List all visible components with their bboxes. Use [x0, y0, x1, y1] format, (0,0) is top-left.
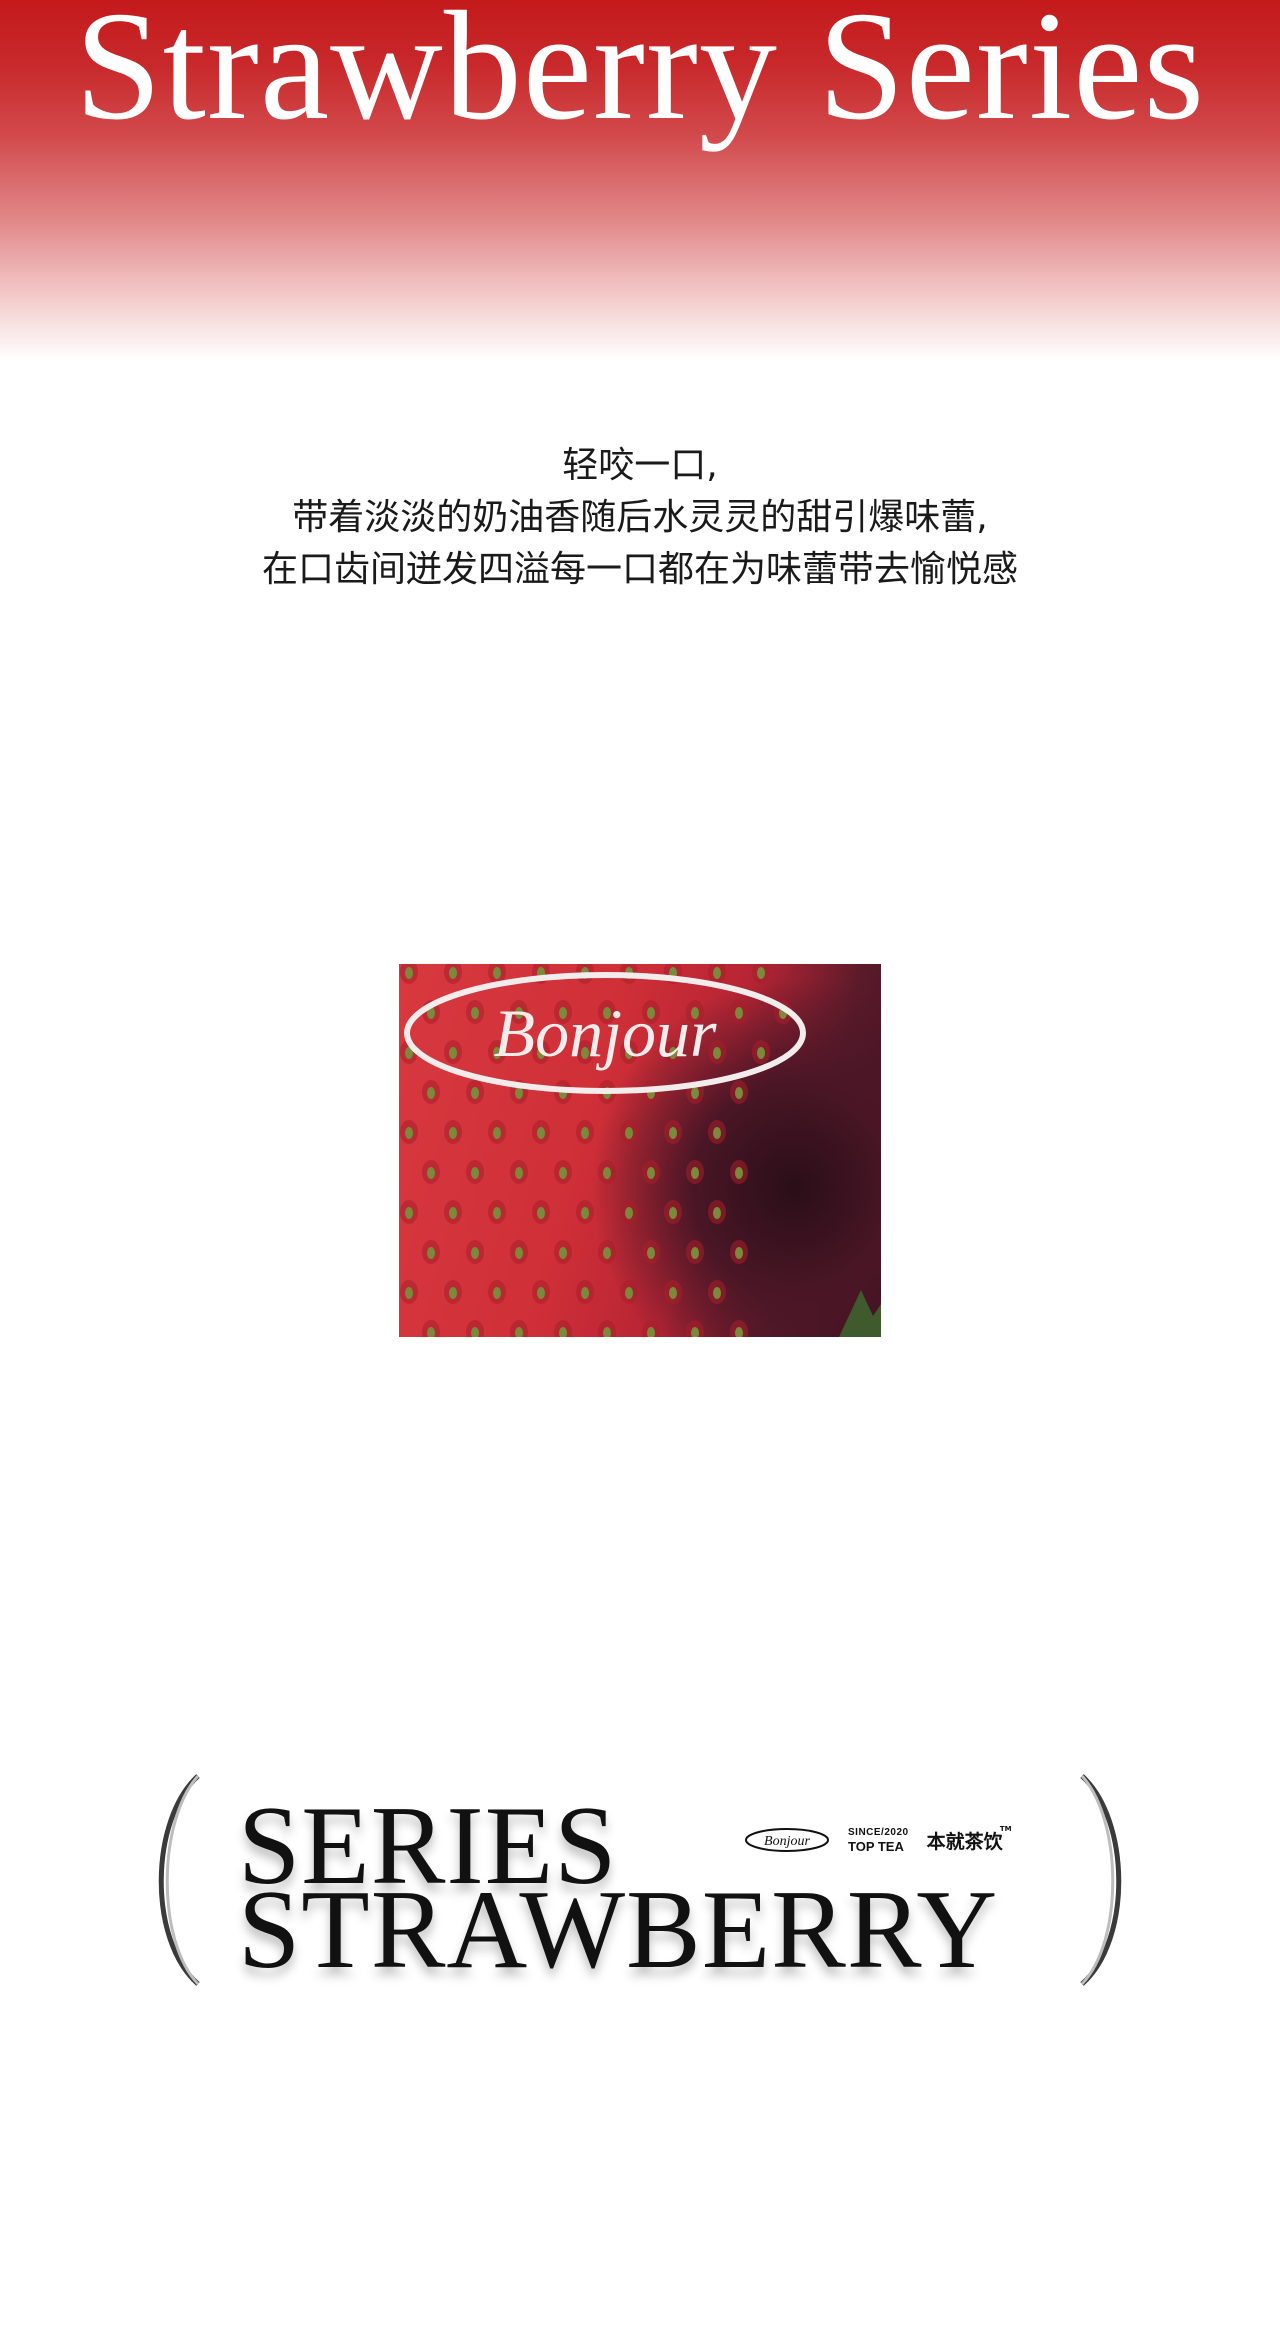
- seed: [576, 1120, 594, 1144]
- page-title: Strawberry Series: [74, 0, 1206, 152]
- seed: [686, 1160, 704, 1184]
- seed: [620, 1200, 638, 1224]
- seed: [422, 1320, 440, 1337]
- seed: [730, 1320, 748, 1337]
- series-emblem: SERIES STRAWBERRY Bonjour SINCE/2020 TOP…: [140, 1770, 1140, 1990]
- seed: [532, 1200, 550, 1224]
- since-label: SINCE/2020 TOP TEA: [848, 1826, 909, 1854]
- seed: [466, 1240, 484, 1264]
- seed: [510, 1160, 528, 1184]
- seed: [400, 1200, 418, 1224]
- seed: [488, 1200, 506, 1224]
- trademark-mark: TM: [999, 1824, 1012, 1833]
- since-year: SINCE/2020: [848, 1826, 909, 1838]
- brand-row: Bonjour SINCE/2020 TOP TEA 本就茶饮 TM: [744, 1822, 1012, 1858]
- seed: [510, 1320, 528, 1337]
- seed: [642, 1160, 660, 1184]
- bonjour-logo-text: Bonjour: [494, 995, 717, 1071]
- right-bracket-icon: [1080, 1774, 1122, 1986]
- seed: [488, 1120, 506, 1144]
- leaf: [839, 1290, 881, 1337]
- seed: [620, 1120, 638, 1144]
- seed: [730, 1240, 748, 1264]
- seed: [664, 1120, 682, 1144]
- cn-brand-text: 本就茶饮: [926, 1830, 1003, 1853]
- bonjour-logo: Bonjour: [404, 972, 806, 1094]
- seed: [664, 1280, 682, 1304]
- seed: [642, 1240, 660, 1264]
- seed: [642, 1320, 660, 1337]
- seed: [510, 1240, 528, 1264]
- seed: [466, 1320, 484, 1337]
- seed: [598, 1320, 616, 1337]
- seed: [532, 1280, 550, 1304]
- seed: [686, 1240, 704, 1264]
- seed: [554, 1160, 572, 1184]
- seed: [730, 1160, 748, 1184]
- seed: [444, 1280, 462, 1304]
- mini-logo-text: Bonjour: [764, 1834, 810, 1849]
- seed: [576, 1200, 594, 1224]
- seed: [554, 1240, 572, 1264]
- seed: [466, 1160, 484, 1184]
- seed: [532, 1120, 550, 1144]
- seed: [400, 1280, 418, 1304]
- intro-copy: 轻咬一口, 带着淡淡的奶油香随后水灵灵的甜引爆味蕾, 在口齿间迸发四溢每一口都在…: [0, 440, 1280, 596]
- seed: [554, 1320, 572, 1337]
- seed: [686, 1320, 704, 1337]
- intro-line-1: 轻咬一口,: [562, 445, 718, 486]
- seed: [598, 1240, 616, 1264]
- seed: [444, 1120, 462, 1144]
- strawberry-photo: Bonjour: [399, 964, 881, 1337]
- seed: [400, 1120, 418, 1144]
- seed: [708, 1120, 726, 1144]
- seed: [598, 1160, 616, 1184]
- intro-line-2: 带着淡淡的奶油香随后水灵灵的甜引爆味蕾,: [292, 497, 988, 538]
- seed: [576, 1280, 594, 1304]
- seed: [620, 1280, 638, 1304]
- seed: [422, 1160, 440, 1184]
- intro-line-3: 在口齿间迸发四溢每一口都在为味蕾带去愉悦感: [261, 549, 1018, 590]
- seed: [488, 1280, 506, 1304]
- left-bracket-icon: [158, 1774, 200, 1986]
- seed: [664, 1200, 682, 1224]
- seed: [444, 1200, 462, 1224]
- top-tea-label: TOP TEA: [848, 1838, 904, 1854]
- strawberry-word: STRAWBERRY: [238, 1868, 999, 1992]
- seed: [708, 1200, 726, 1224]
- cn-brand-name: 本就茶饮 TM: [926, 1825, 1012, 1854]
- mini-bonjour-logo: Bonjour: [745, 1828, 829, 1852]
- seed: [708, 1280, 726, 1304]
- seed: [422, 1240, 440, 1264]
- header-banner: Strawberry Series: [0, 0, 1280, 360]
